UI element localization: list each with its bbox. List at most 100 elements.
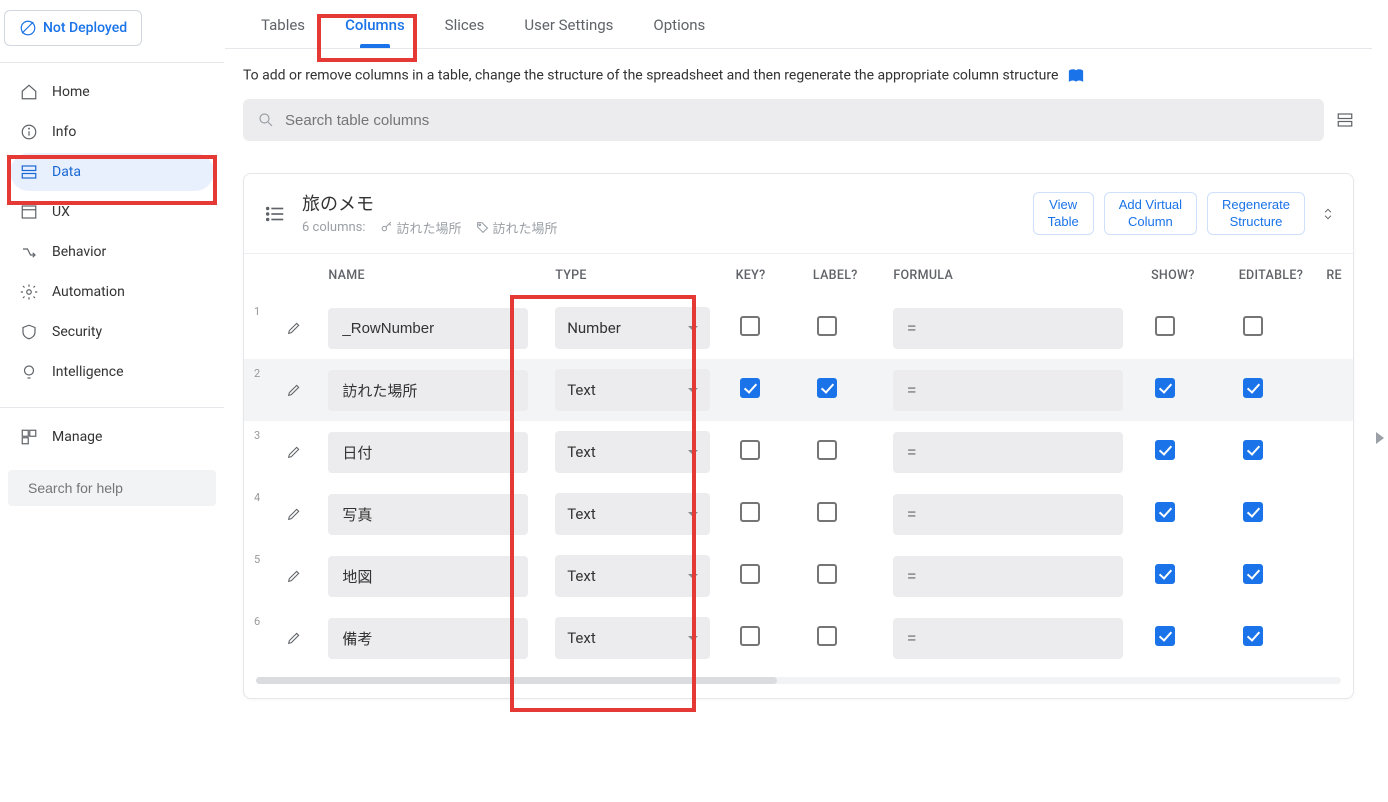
view-table-button[interactable]: ViewTable <box>1033 192 1094 236</box>
col-re-header[interactable]: RE <box>1316 254 1353 297</box>
label-checkbox[interactable] <box>817 626 837 646</box>
editable-checkbox[interactable] <box>1243 378 1263 398</box>
show-checkbox[interactable] <box>1155 502 1175 522</box>
expand-collapse-icon[interactable] <box>1321 204 1335 224</box>
key-checkbox[interactable] <box>740 502 760 522</box>
table-row: 4 Text <box>244 483 1353 545</box>
label-checkbox[interactable] <box>817 378 837 398</box>
column-type-select[interactable]: Text <box>555 431 710 473</box>
edit-row-button[interactable] <box>281 315 307 341</box>
label-checkbox[interactable] <box>817 440 837 460</box>
editable-checkbox[interactable] <box>1243 564 1263 584</box>
main: Tables Columns Slices User Settings Opti… <box>225 0 1388 802</box>
view-toggle-icon[interactable] <box>1336 111 1354 129</box>
column-type-select[interactable]: Text <box>555 369 710 411</box>
column-name-input[interactable] <box>328 370 528 411</box>
pencil-icon <box>286 382 302 398</box>
column-name-input[interactable] <box>328 494 528 535</box>
key-checkbox[interactable] <box>740 316 760 336</box>
home-icon <box>20 83 38 101</box>
label-checkbox[interactable] <box>817 316 837 336</box>
pencil-icon <box>286 506 302 522</box>
sidebar-item-label: Data <box>52 164 81 180</box>
key-checkbox[interactable] <box>740 626 760 646</box>
formula-input[interactable] <box>893 370 1123 411</box>
label-ref-tag[interactable]: 訪れた場所 <box>476 218 558 237</box>
show-checkbox[interactable] <box>1155 378 1175 398</box>
search-row <box>225 99 1372 161</box>
chevron-down-icon <box>688 574 698 579</box>
editable-checkbox[interactable] <box>1243 440 1263 460</box>
help-search[interactable] <box>8 470 216 506</box>
regenerate-structure-button[interactable]: RegenerateStructure <box>1207 192 1305 236</box>
col-type-header[interactable]: TYPE <box>545 254 725 297</box>
tab-user-settings[interactable]: User Settings <box>504 0 633 48</box>
table-wrap: NAME TYPE KEY? LABEL? FORMULA SHOW? EDIT… <box>244 254 1353 669</box>
nav-list-2: Manage <box>0 418 224 456</box>
key-ref-tag[interactable]: 訪れた場所 <box>380 218 462 237</box>
sidebar-item-manage[interactable]: Manage <box>10 418 214 456</box>
sidebar-item-intelligence[interactable]: Intelligence <box>10 353 214 391</box>
search-input[interactable] <box>285 112 1310 129</box>
horizontal-scrollbar[interactable] <box>256 677 1341 684</box>
editable-checkbox[interactable] <box>1243 626 1263 646</box>
editable-checkbox[interactable] <box>1243 502 1263 522</box>
label-checkbox[interactable] <box>817 564 837 584</box>
formula-input[interactable] <box>893 308 1123 349</box>
table-subtitle: 6 columns: 訪れた場所 訪れた場所 <box>302 218 558 237</box>
formula-input[interactable] <box>893 556 1123 597</box>
col-label-header[interactable]: LABEL? <box>803 254 883 297</box>
col-formula-header[interactable]: FORMULA <box>883 254 1141 297</box>
label-checkbox[interactable] <box>817 502 837 522</box>
sidebar-item-behavior[interactable]: Behavior <box>10 233 214 271</box>
tab-tables[interactable]: Tables <box>241 0 325 48</box>
edit-row-button[interactable] <box>281 439 307 465</box>
column-type-select[interactable]: Text <box>555 493 710 535</box>
add-virtual-column-button[interactable]: Add VirtualColumn <box>1104 192 1197 236</box>
tab-columns[interactable]: Columns <box>325 0 425 48</box>
edit-row-button[interactable] <box>281 563 307 589</box>
edit-row-button[interactable] <box>281 625 307 651</box>
sidebar-item-automation[interactable]: Automation <box>10 273 214 311</box>
formula-input[interactable] <box>893 618 1123 659</box>
key-checkbox[interactable] <box>740 378 760 398</box>
column-name-input[interactable] <box>328 308 528 349</box>
col-key-header[interactable]: KEY? <box>726 254 803 297</box>
col-name-header[interactable]: NAME <box>318 254 545 297</box>
search-box[interactable] <box>243 99 1324 141</box>
key-checkbox[interactable] <box>740 564 760 584</box>
edit-row-button[interactable] <box>281 377 307 403</box>
header-text: 旅のメモ 6 columns: 訪れた場所 訪れた場所 <box>302 190 558 237</box>
column-name-input[interactable] <box>328 618 528 659</box>
col-show-header[interactable]: SHOW? <box>1141 254 1229 297</box>
key-checkbox[interactable] <box>740 440 760 460</box>
column-type-select[interactable]: Text <box>555 555 710 597</box>
deploy-status-badge[interactable]: Not Deployed <box>4 10 142 46</box>
show-checkbox[interactable] <box>1155 316 1175 336</box>
help-search-input[interactable] <box>28 480 209 496</box>
show-checkbox[interactable] <box>1155 440 1175 460</box>
column-type-select[interactable]: Text <box>555 617 710 659</box>
book-icon[interactable] <box>1066 67 1086 85</box>
show-checkbox[interactable] <box>1155 626 1175 646</box>
tab-slices[interactable]: Slices <box>425 0 505 48</box>
sidebar-item-security[interactable]: Security <box>10 313 214 351</box>
sidebar-item-home[interactable]: Home <box>10 73 214 111</box>
formula-input[interactable] <box>893 432 1123 473</box>
columns-table: NAME TYPE KEY? LABEL? FORMULA SHOW? EDIT… <box>244 254 1353 669</box>
right-panel-handle[interactable] <box>1374 430 1386 450</box>
edit-row-button[interactable] <box>281 501 307 527</box>
column-name-input[interactable] <box>328 432 528 473</box>
chevron-down-icon <box>688 512 698 517</box>
column-name-input[interactable] <box>328 556 528 597</box>
formula-input[interactable] <box>893 494 1123 535</box>
sidebar-item-info[interactable]: Info <box>10 113 214 151</box>
col-editable-header[interactable]: EDITABLE? <box>1229 254 1317 297</box>
show-checkbox[interactable] <box>1155 564 1175 584</box>
tab-options[interactable]: Options <box>633 0 725 48</box>
editable-checkbox[interactable] <box>1243 316 1263 336</box>
sidebar-item-data[interactable]: Data <box>10 153 214 191</box>
sidebar-item-ux[interactable]: UX <box>10 193 214 231</box>
sidebar-item-label: Manage <box>52 429 102 445</box>
column-type-select[interactable]: Number <box>555 307 710 349</box>
